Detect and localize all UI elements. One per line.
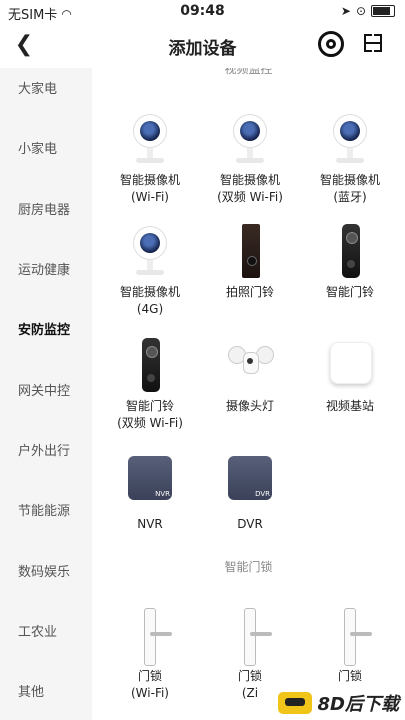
device-name: NVR [137,517,163,531]
device-item[interactable]: 视频基站 [298,336,402,415]
door-lock-icon [120,606,180,666]
section-title: 智能门锁 [224,560,273,574]
category-sidebar: 大家电 小家电 厨房电器 运动健康 安防监控 网关中控 户外出行 节能能源 数码… [0,68,90,720]
device-item[interactable]: 智能摄像机 (双频 Wi-Fi) [198,110,302,206]
device-name: 智能摄像机 [319,173,380,187]
nvr-tag: NVR [155,490,170,498]
device-subname: (双频 Wi-Fi) [217,190,283,204]
camera-icon [120,110,180,170]
camera-icon [320,110,380,170]
device-item[interactable]: NVR NVR [98,450,202,533]
section-title: 视频监控 [224,68,273,76]
device-name: 智能摄像机 [119,285,180,299]
nav-bar: ❮ 添加设备 [0,24,405,68]
device-subname: (双频 Wi-Fi) [117,416,183,430]
device-name: 智能门铃 [125,399,174,413]
status-bar: 无SIM卡 ◠ 09:48 ➤ ⊙ [0,0,405,24]
floodlight-camera-icon [220,336,280,396]
category-item[interactable]: 厨房电器 [18,199,70,218]
camera-icon [220,110,280,170]
device-name: 视频基站 [325,399,374,413]
device-name: DVR [237,517,263,531]
device-name: 智能摄像机 [119,173,180,187]
device-name: 智能摄像机 [219,173,280,187]
page-title: 添加设备 [168,39,237,59]
watermark: 8D后下载 [277,690,399,716]
base-station-icon [320,336,380,396]
device-name: 智能门铃 [325,285,374,299]
device-item[interactable]: 智能门铃 (双频 Wi-Fi) [98,336,202,432]
category-item[interactable]: 运动健康 [18,259,70,278]
category-item[interactable]: 数码娱乐 [18,561,70,580]
device-item[interactable]: 智能摄像机 (蓝牙) [298,110,402,206]
dvr-icon: DVR [220,450,280,510]
category-item[interactable]: 工农业 [18,621,57,640]
scan-icon[interactable] [364,34,382,52]
device-item[interactable]: 摄像头灯 [198,336,302,415]
orientation-lock-icon: ⊙ [355,4,366,18]
device-name: 门锁 [137,669,162,683]
door-lock-icon [320,606,380,666]
device-item[interactable]: 门锁 (Wi-Fi) [98,606,202,702]
category-item[interactable]: 其他 [18,681,44,700]
photo-doorbell-icon [220,222,280,282]
device-subname: (蓝牙) [333,190,367,204]
device-name: 拍照门铃 [225,285,274,299]
category-item-active[interactable]: 安防监控 [18,319,70,338]
door-lock-icon [220,606,280,666]
category-item[interactable]: 网关中控 [18,380,70,399]
nvr-icon: NVR [120,450,180,510]
battery-icon [371,5,395,17]
device-item[interactable]: DVR DVR [198,450,302,533]
doorbell-icon [120,336,180,396]
device-grid: 视频监控 智能摄像机 (Wi-Fi) 智能摄像机 (双频 Wi-Fi) 智能摄像机 (… [92,68,405,720]
doorbell-icon [320,222,380,282]
at-sign-icon[interactable] [318,31,344,57]
device-name: 摄像头灯 [225,399,274,413]
device-item[interactable]: 门锁 [298,606,402,685]
device-item[interactable]: 智能门铃 [298,222,402,301]
device-name: 门锁 [237,669,262,683]
device-item[interactable]: 智能摄像机 (Wi-Fi) [98,110,202,206]
device-name: 门锁 [337,669,362,683]
category-item[interactable]: 节能能源 [18,500,70,519]
device-item[interactable]: 拍照门铃 [198,222,302,301]
device-item[interactable]: 门锁 (Zi [198,606,302,702]
category-item[interactable]: 小家电 [18,138,57,157]
category-item[interactable]: 户外出行 [18,440,70,459]
device-item[interactable]: 智能摄像机 (4G) [98,222,202,318]
watermark-logo-icon [277,692,312,714]
watermark-text: 8D后下载 [317,694,399,715]
location-icon: ➤ [340,4,351,18]
device-subname: (Wi-Fi) [131,190,169,204]
dvr-tag: DVR [255,490,270,498]
device-subname: (Wi-Fi) [131,686,169,700]
camera-icon [120,222,180,282]
category-item[interactable]: 大家电 [18,78,57,97]
device-subname: (4G) [136,302,164,316]
